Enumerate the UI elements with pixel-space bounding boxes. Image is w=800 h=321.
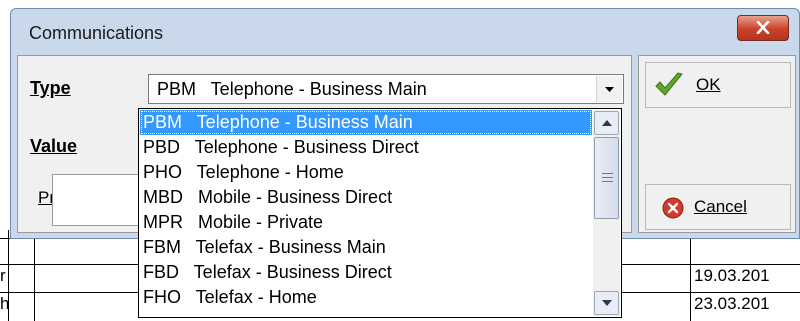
type-combobox-value: PBM Telephone - Business Main [157, 79, 427, 99]
background-date-cell: 19.03.201 [694, 266, 770, 285]
dropdown-item-pbd[interactable]: PBD Telephone - Business Direct [140, 135, 592, 160]
dropdown-item-mpr[interactable]: MPR Mobile - Private [140, 210, 592, 235]
cancel-button-label: Cancel [694, 197, 747, 216]
dropdown-item-pho[interactable]: PHO Telephone - Home [140, 160, 592, 185]
dialog-title: Communications [29, 23, 164, 43]
close-icon [756, 21, 770, 34]
grid-line [690, 230, 691, 321]
scroll-thumb[interactable] [594, 137, 619, 219]
button-panel: OK Cancel [638, 55, 796, 233]
scroll-down-button[interactable] [594, 291, 619, 315]
ok-button-label: OK [696, 75, 721, 94]
arrow-up-icon [602, 120, 612, 126]
arrow-down-icon [602, 300, 612, 306]
value-label: Value [30, 136, 78, 156]
type-dropdown-button[interactable] [596, 76, 622, 102]
ok-button[interactable]: OK [645, 62, 791, 108]
dropdown-scrollbar[interactable] [593, 110, 620, 316]
checkmark-icon [655, 72, 683, 96]
dropdown-item-pbm[interactable]: PBM Telephone - Business Main [140, 110, 592, 135]
close-button[interactable] [737, 15, 789, 41]
type-label: Type [30, 78, 71, 98]
background-cell-text: h [0, 294, 10, 313]
chevron-down-icon [605, 87, 614, 92]
background-date-cell: 23.03.201 [694, 294, 770, 313]
grid-line [34, 230, 35, 321]
dropdown-item-fbd[interactable]: FBD Telefax - Business Direct [140, 260, 592, 285]
title-bar[interactable]: Communications [11, 9, 799, 55]
dropdown-item-fho[interactable]: FHO Telefax - Home [140, 285, 592, 310]
grip-line [602, 181, 613, 182]
scroll-up-button[interactable] [594, 111, 619, 135]
dropdown-item-mbd[interactable]: MBD Mobile - Business Direct [140, 185, 592, 210]
type-dropdown-list: PBM Telephone - Business Main PBD Teleph… [138, 108, 622, 318]
cancel-button[interactable]: Cancel [645, 184, 791, 230]
cancel-icon [662, 197, 684, 219]
dropdown-item-fbm[interactable]: FBM Telefax - Business Main [140, 235, 592, 260]
value-field[interactable] [52, 174, 148, 226]
grip-line [602, 173, 613, 174]
background-cell-text: r [0, 266, 6, 285]
type-combobox[interactable]: PBM Telephone - Business Main [148, 74, 624, 104]
grip-line [602, 177, 613, 178]
